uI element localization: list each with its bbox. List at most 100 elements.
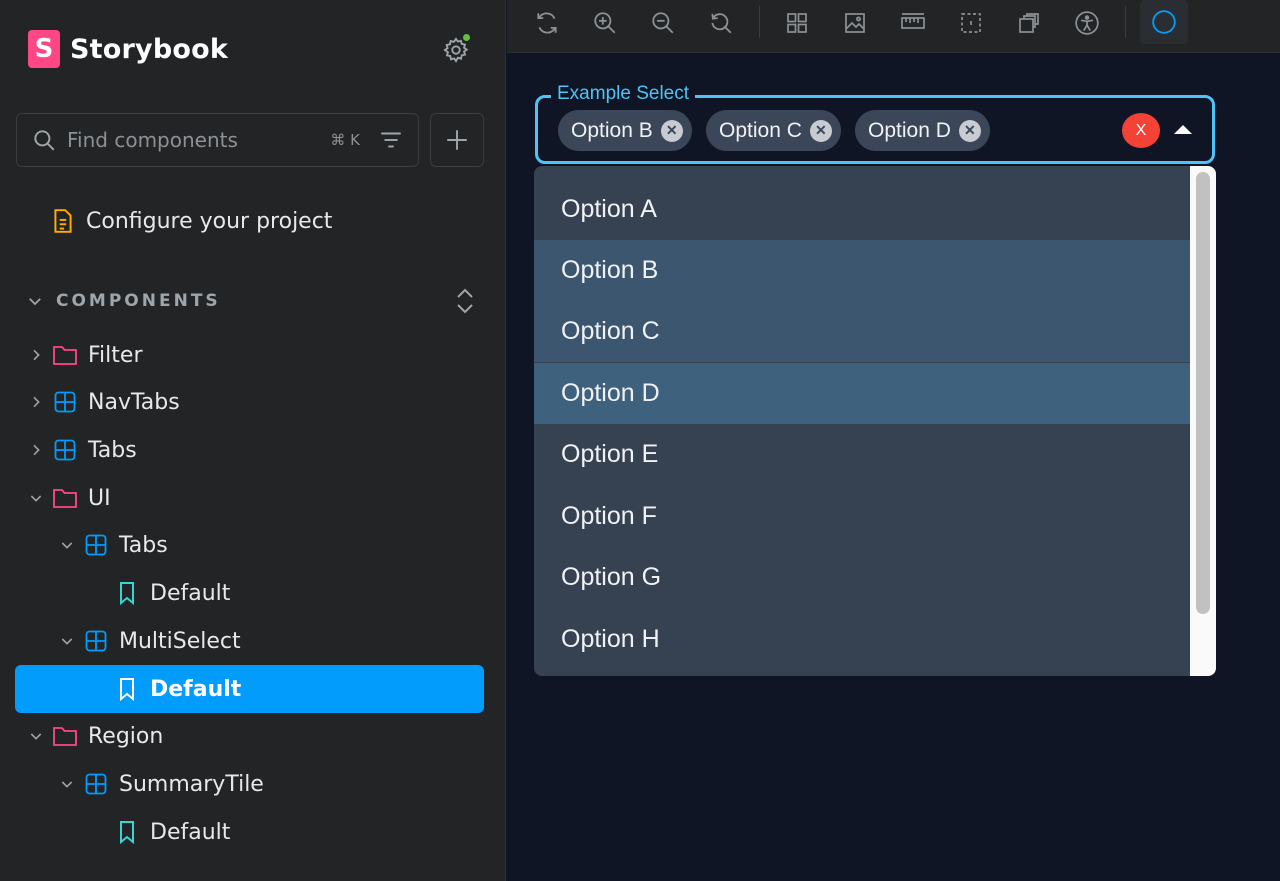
search-box[interactable]: ⌘ K bbox=[16, 113, 419, 167]
tree-item-navtabs[interactable]: NavTabs bbox=[26, 378, 180, 426]
chip-option-d: Option D ✕ bbox=[855, 110, 990, 151]
tree-item-ui[interactable]: UI bbox=[26, 474, 111, 522]
ruler-icon bbox=[901, 13, 925, 29]
chevron-down-icon bbox=[26, 726, 46, 746]
expand-collapse-icon[interactable] bbox=[454, 286, 476, 316]
image-icon bbox=[845, 13, 865, 33]
chevron-down-icon bbox=[57, 774, 77, 794]
grid-button[interactable] bbox=[777, 4, 817, 42]
zoom-in-icon bbox=[594, 12, 616, 34]
chip-option-c: Option C ✕ bbox=[706, 110, 841, 151]
tree-item-label: UI bbox=[88, 485, 111, 511]
option-label: Option B bbox=[561, 256, 659, 284]
scrollbar-track[interactable] bbox=[1190, 166, 1216, 676]
bookmark-icon bbox=[114, 676, 140, 702]
zoom-out-button[interactable] bbox=[643, 4, 683, 42]
settings-button[interactable] bbox=[442, 32, 472, 64]
outline-icon bbox=[961, 13, 981, 33]
component-icon bbox=[52, 437, 78, 463]
chevron-down-icon bbox=[26, 488, 46, 508]
theme-toggle-button[interactable] bbox=[1140, 0, 1188, 44]
preview-toolbar bbox=[507, 0, 1280, 53]
option-label: Option D bbox=[561, 379, 660, 407]
brand-name: Storybook bbox=[70, 33, 228, 65]
configure-project-link[interactable]: Configure your project bbox=[52, 208, 332, 234]
component-icon bbox=[52, 389, 78, 415]
tree-item-label: Default bbox=[150, 676, 242, 702]
chip-option-b: Option B ✕ bbox=[558, 110, 692, 151]
tree-item-label: MultiSelect bbox=[119, 628, 241, 654]
zoom-reset-button[interactable] bbox=[701, 4, 741, 42]
option-c[interactable]: Option C bbox=[534, 301, 1190, 362]
brand[interactable]: S Storybook bbox=[28, 30, 228, 68]
chevron-right-icon bbox=[26, 392, 46, 412]
chevron-down-icon bbox=[57, 631, 77, 651]
chip-label: Option C bbox=[719, 118, 802, 142]
toolbar-divider bbox=[759, 6, 760, 38]
background-button[interactable] bbox=[835, 4, 875, 42]
components-section-header[interactable]: COMPONENTS bbox=[26, 286, 476, 316]
tree-item-multiselect-default[interactable]: Default bbox=[15, 665, 484, 713]
search-icon bbox=[34, 130, 55, 151]
component-icon bbox=[83, 532, 109, 558]
option-label: Option A bbox=[561, 195, 657, 223]
scrollbar-thumb[interactable] bbox=[1196, 172, 1210, 614]
option-h[interactable]: Option H bbox=[534, 609, 1190, 670]
zoom-in-button[interactable] bbox=[585, 4, 625, 42]
option-b[interactable]: Option B bbox=[534, 240, 1190, 301]
folder-icon bbox=[52, 485, 78, 511]
add-button[interactable] bbox=[430, 113, 484, 167]
option-d[interactable]: Option D bbox=[534, 363, 1190, 424]
caret-up-icon[interactable] bbox=[1174, 125, 1192, 134]
search-shortcut: ⌘ K bbox=[330, 131, 360, 149]
status-dot bbox=[461, 32, 472, 43]
tree-item-label: Tabs bbox=[119, 532, 168, 558]
logo-letter: S bbox=[34, 34, 54, 64]
component-icon bbox=[83, 628, 109, 654]
tree-item-label: Default bbox=[150, 580, 231, 606]
chip-remove-icon[interactable]: ✕ bbox=[809, 119, 832, 142]
option-label: Option G bbox=[561, 563, 662, 591]
tree-item-tabs[interactable]: Tabs bbox=[26, 426, 137, 474]
option-label: Option F bbox=[561, 502, 657, 530]
clear-label: X bbox=[1135, 121, 1147, 139]
chip-remove-icon[interactable]: ✕ bbox=[660, 119, 683, 142]
options-dropdown: Option A Option B Option C Option D Opti… bbox=[534, 166, 1216, 676]
option-g[interactable]: Option G bbox=[534, 547, 1190, 608]
zoom-out-icon bbox=[652, 12, 674, 34]
filter-icon[interactable] bbox=[378, 127, 404, 153]
tree-item-summarytile-default[interactable]: Default bbox=[88, 808, 230, 856]
bookmark-icon bbox=[114, 580, 140, 606]
viewport-button[interactable] bbox=[1009, 4, 1049, 42]
option-e[interactable]: Option E bbox=[534, 424, 1190, 485]
measure-button[interactable] bbox=[893, 4, 933, 42]
tree-item-summarytile[interactable]: SummaryTile bbox=[57, 760, 264, 808]
toolbar-divider bbox=[1125, 6, 1126, 38]
option-label: Option H bbox=[561, 625, 660, 653]
search-input[interactable] bbox=[67, 128, 317, 152]
plus-icon bbox=[447, 130, 467, 150]
tree-item-region[interactable]: Region bbox=[26, 712, 163, 760]
clear-all-button[interactable]: X bbox=[1122, 113, 1160, 148]
folder-icon bbox=[52, 723, 78, 749]
chevron-right-icon bbox=[26, 345, 46, 365]
tree-item-label: Default bbox=[150, 819, 231, 845]
option-a[interactable]: Option A bbox=[534, 179, 1190, 240]
grid-icon bbox=[787, 13, 807, 33]
tree-item-label: SummaryTile bbox=[119, 771, 264, 797]
remount-button[interactable] bbox=[527, 4, 567, 42]
tree-item-multiselect[interactable]: MultiSelect bbox=[57, 617, 241, 665]
configure-label: Configure your project bbox=[86, 208, 333, 234]
tree-item-filter[interactable]: Filter bbox=[26, 331, 142, 379]
chip-label: Option D bbox=[868, 118, 951, 142]
tree-item-tabs-default[interactable]: Default bbox=[88, 569, 230, 617]
chevron-down-icon bbox=[57, 535, 77, 555]
chip-remove-icon[interactable]: ✕ bbox=[958, 119, 981, 142]
tree-item-label: Tabs bbox=[88, 437, 137, 463]
circle-icon bbox=[1152, 10, 1176, 34]
outline-button[interactable] bbox=[951, 4, 991, 42]
accessibility-button[interactable] bbox=[1067, 4, 1107, 42]
option-f[interactable]: Option F bbox=[534, 486, 1190, 547]
document-icon bbox=[54, 209, 72, 233]
tree-item-ui-tabs[interactable]: Tabs bbox=[57, 521, 168, 569]
